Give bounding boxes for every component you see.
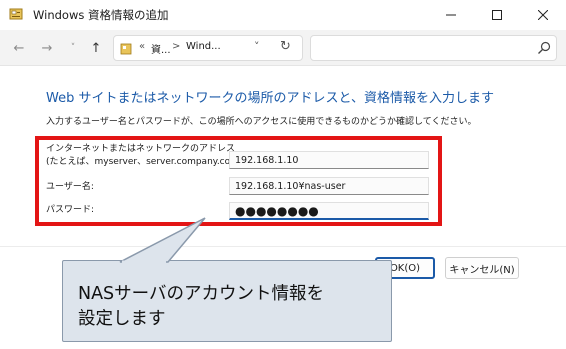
- breadcrumb-windows[interactable]: Wind...: [186, 41, 221, 52]
- breadcrumb-credentials[interactable]: 資...: [151, 41, 171, 56]
- credential-manager-icon: [9, 8, 23, 20]
- page-heading: Web サイトまたはネットワークの場所のアドレスと、資格情報を入力します: [46, 91, 494, 106]
- recent-locations-button[interactable]: ˅: [63, 38, 83, 58]
- breadcrumb-separator[interactable]: >: [172, 41, 180, 52]
- cancel-button[interactable]: キャンセル(N): [445, 257, 519, 279]
- address-bar[interactable]: « 資... > Wind... ˅ ↻: [113, 35, 303, 61]
- username-field[interactable]: 192.168.1.10¥nas-user: [229, 177, 429, 195]
- maximize-button[interactable]: [474, 0, 520, 30]
- forward-button[interactable]: →: [37, 38, 57, 58]
- callout-text: NASサーバのアカウント情報を 設定します: [78, 284, 324, 329]
- refresh-button[interactable]: ↻: [280, 39, 291, 54]
- address-label-line2: (たとえば、myserver、server.company.com):: [46, 157, 246, 167]
- password-label: パスワード:: [46, 205, 95, 215]
- close-icon: [538, 10, 548, 20]
- up-button[interactable]: ↑: [86, 38, 106, 58]
- instruction-text: 入力するユーザー名とパスワードが、この場所へのアクセスに使用できるものかどうか確…: [46, 117, 477, 127]
- footer-divider: [0, 246, 566, 247]
- control-panel-icon: [120, 43, 132, 55]
- back-button[interactable]: ←: [9, 38, 29, 58]
- address-field[interactable]: 192.168.1.10: [229, 151, 429, 169]
- close-button[interactable]: [520, 0, 566, 30]
- password-field[interactable]: ●●●●●●●●: [229, 202, 429, 220]
- title-bar: Windows 資格情報の追加: [0, 0, 566, 30]
- search-input[interactable]: [310, 35, 557, 61]
- minimize-button[interactable]: [428, 0, 474, 30]
- navigation-bar: ← → ˅ ↑ « 資... > Wind... ˅ ↻: [0, 30, 566, 66]
- address-overflow[interactable]: «: [139, 41, 145, 52]
- search-icon: [538, 41, 551, 54]
- minimize-icon: [446, 14, 456, 16]
- maximize-icon: [492, 10, 502, 20]
- address-label-line1: インターネットまたはネットワークのアドレス: [46, 144, 236, 154]
- address-label: インターネットまたはネットワークのアドレス (たとえば、myserver、ser…: [46, 143, 245, 169]
- window-title: Windows 資格情報の追加: [33, 8, 169, 22]
- address-dropdown-button[interactable]: ˅: [254, 40, 260, 53]
- username-label: ユーザー名:: [46, 182, 94, 192]
